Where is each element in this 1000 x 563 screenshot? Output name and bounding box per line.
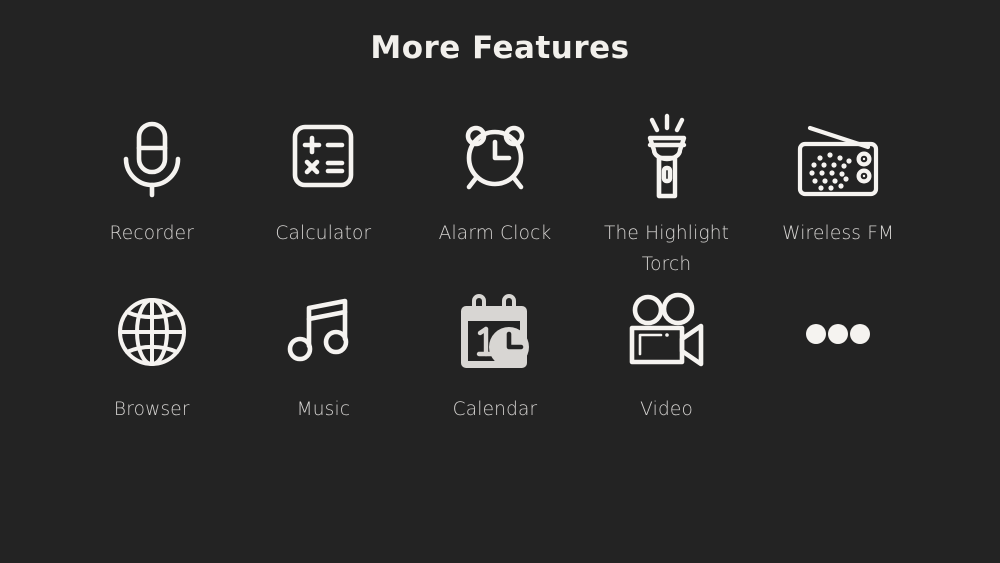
feature-row: Recorder Calculator Alarm Clock The High… <box>66 104 934 280</box>
feature-item-highlight-torch[interactable]: The Highlight Torch <box>581 104 753 280</box>
radio-icon <box>790 104 886 212</box>
microphone-icon <box>110 104 194 212</box>
feature-item-calculator[interactable]: Calculator <box>238 104 410 280</box>
video-camera-icon <box>621 280 713 384</box>
more-dots-icon <box>796 280 880 384</box>
feature-label: Browser <box>113 399 190 420</box>
page-title: More Features <box>370 30 630 66</box>
feature-item-more[interactable] <box>752 280 924 425</box>
feature-label: Alarm Clock <box>438 223 552 244</box>
calendar-clock-icon <box>450 280 540 384</box>
feature-item-alarm-clock[interactable]: Alarm Clock <box>409 104 581 280</box>
music-note-icon <box>281 280 365 384</box>
globe-icon <box>110 280 194 384</box>
feature-label: Recorder <box>109 223 195 244</box>
feature-item-calendar[interactable]: Calendar <box>409 280 581 425</box>
feature-grid: Recorder Calculator Alarm Clock The High… <box>66 104 934 425</box>
feature-row: Browser Music Calendar Video <box>66 280 934 425</box>
flashlight-icon <box>625 104 709 212</box>
alarm-clock-icon <box>451 104 539 212</box>
feature-label: Calendar <box>452 399 538 420</box>
feature-label: Calculator <box>275 223 372 244</box>
feature-item-browser[interactable]: Browser <box>66 280 238 425</box>
feature-item-recorder[interactable]: Recorder <box>66 104 238 280</box>
more-features-screen: More Features Recorder Calculator Alarm … <box>0 0 1000 563</box>
feature-item-music[interactable]: Music <box>238 280 410 425</box>
feature-label: Wireless FM <box>782 223 895 244</box>
calculator-icon <box>281 104 365 212</box>
feature-label: The Highlight Torch <box>604 223 730 275</box>
feature-label: Music <box>296 399 351 420</box>
feature-item-wireless-fm[interactable]: Wireless FM <box>752 104 924 280</box>
feature-label: Video <box>640 399 693 420</box>
feature-item-video[interactable]: Video <box>581 280 753 425</box>
